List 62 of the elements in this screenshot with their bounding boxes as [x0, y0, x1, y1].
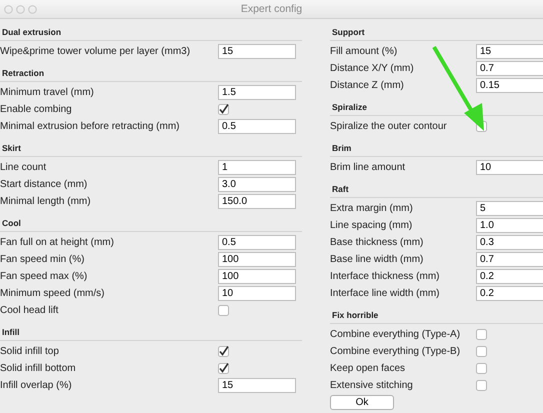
input-field[interactable]: 3.0: [218, 177, 296, 192]
setting-label: Solid infill bottom: [0, 363, 77, 374]
setting-label: Extra margin (mm): [330, 203, 414, 214]
section-heading: Fix horrible: [330, 308, 543, 324]
setting-label: Base thickness (mm): [330, 237, 424, 248]
input-field[interactable]: 0.15: [476, 78, 543, 93]
setting-label: Extensive stitching: [330, 380, 414, 391]
input-field[interactable]: 1: [218, 160, 296, 175]
setting-label: Keep open faces: [330, 363, 406, 374]
section-heading: Infill: [0, 325, 302, 341]
input-field[interactable]: 0.7: [476, 61, 543, 76]
setting-label: Spiralize the outer contour: [330, 121, 448, 132]
section-heading: Skirt: [0, 141, 302, 157]
setting-label: Minimum speed (mm/s): [0, 288, 106, 299]
section-heading: Dual extrusion: [0, 25, 302, 41]
setting-label: Minimal extrusion before retracting (mm): [0, 121, 180, 132]
section-heading: Raft: [330, 182, 543, 198]
section-heading: Retraction: [0, 66, 302, 82]
input-field[interactable]: 100: [218, 252, 296, 267]
setting-label: Cool head lift: [0, 305, 60, 316]
setting-label: Distance Z (mm): [330, 80, 405, 91]
input-field[interactable]: 15: [476, 44, 543, 59]
setting-label: Combine everything (Type-A): [330, 329, 462, 340]
setting-label: Interface line width (mm): [330, 288, 440, 299]
setting-label: Interface thickness (mm): [330, 271, 440, 282]
input-field[interactable]: 0.2: [476, 269, 543, 284]
setting-label: Line count: [0, 162, 48, 173]
input-field[interactable]: 150.0: [218, 194, 296, 209]
section-heading: Brim: [330, 141, 543, 157]
setting-label: Fill amount (%): [330, 46, 398, 57]
setting-label: Minimum travel (mm): [0, 87, 95, 98]
input-field[interactable]: 10: [476, 160, 543, 175]
setting-label: Fan speed max (%): [0, 271, 88, 282]
setting-label: Line spacing (mm): [330, 220, 414, 231]
input-field[interactable]: 1.5: [218, 85, 296, 100]
setting-label: Brim line amount: [330, 162, 406, 173]
setting-label: Infill overlap (%): [0, 380, 73, 391]
setting-label: Enable combing: [0, 104, 73, 115]
input-field[interactable]: 0.2: [476, 286, 543, 301]
setting-label: Fan speed min (%): [0, 254, 86, 265]
setting-label: Combine everything (Type-B): [330, 346, 462, 357]
setting-label: Wipe&prime tower volume per layer (mm3): [0, 46, 192, 57]
input-field[interactable]: 0.5: [218, 235, 296, 250]
setting-label: Solid infill top: [0, 346, 60, 357]
setting-label: Fan full on at height (mm): [0, 237, 115, 248]
setting-label: Base line width (mm): [330, 254, 424, 265]
input-field[interactable]: 1.0: [476, 218, 543, 233]
input-field[interactable]: 5: [476, 201, 543, 216]
window-title: Expert config: [240, 3, 302, 15]
input-field[interactable]: 15: [218, 378, 296, 393]
input-field[interactable]: 10: [218, 286, 296, 301]
ok-button[interactable]: Ok: [330, 395, 394, 410]
setting-label: Distance X/Y (mm): [330, 63, 415, 74]
input-field[interactable]: 0.3: [476, 235, 543, 250]
input-field[interactable]: 15: [218, 44, 296, 59]
section-heading: Cool: [0, 216, 302, 232]
input-field[interactable]: 0.7: [476, 252, 543, 267]
input-field[interactable]: 100: [218, 269, 296, 284]
input-field[interactable]: 0.5: [218, 119, 296, 134]
section-heading: Support: [330, 25, 543, 41]
setting-label: Minimal length (mm): [0, 196, 92, 207]
setting-label: Start distance (mm): [0, 179, 88, 190]
